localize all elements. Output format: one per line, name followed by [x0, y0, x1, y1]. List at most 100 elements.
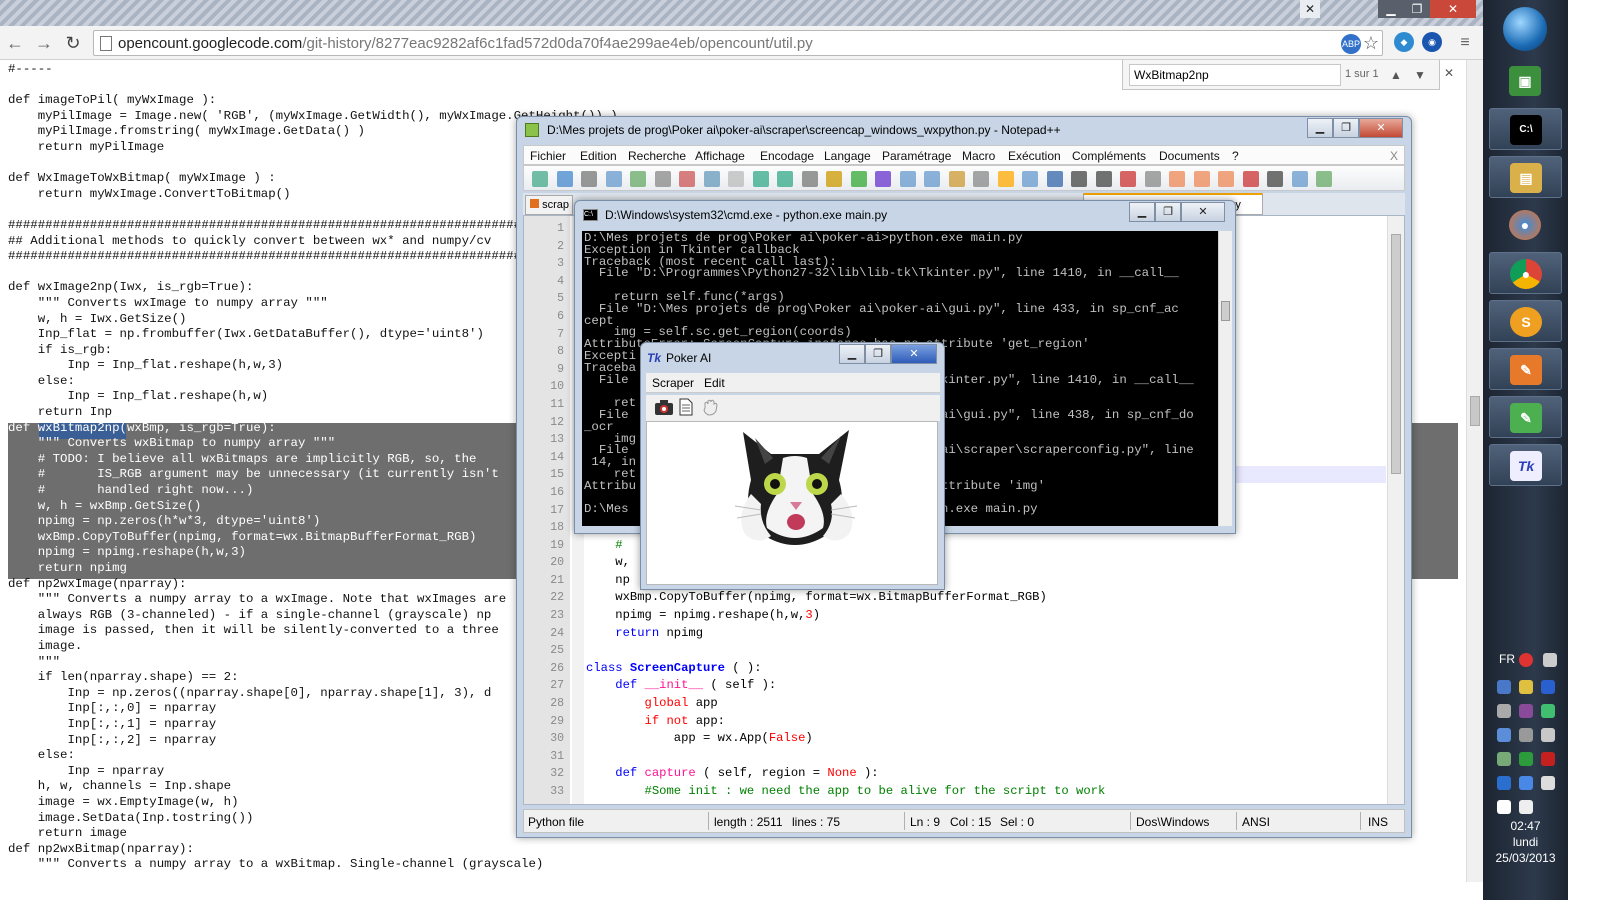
signal-tray-icon[interactable] — [1543, 653, 1557, 667]
toolbar-icon[interactable] — [801, 171, 818, 187]
menu-fichier[interactable]: Fichier — [530, 149, 566, 163]
taskbar-app-tk[interactable]: Tk — [1489, 444, 1562, 486]
extension-globe-icon[interactable]: ◉ — [1422, 32, 1442, 52]
menu-edition[interactable]: Edition — [580, 149, 617, 163]
menu-encodage[interactable]: Encodage — [760, 149, 814, 163]
cmd-scroll-thumb[interactable] — [1221, 301, 1230, 321]
tray-icon-13[interactable] — [1497, 776, 1511, 790]
notepad-close-button[interactable]: ✕ — [1359, 118, 1403, 138]
menu-macro[interactable]: Macro — [962, 149, 995, 163]
bookmark-star-icon[interactable]: ☆ — [1361, 33, 1381, 53]
close-window-button[interactable]: ✕ — [1430, 0, 1476, 18]
menu-documents[interactable]: Documents — [1159, 149, 1220, 163]
toolbar-icon[interactable] — [997, 171, 1014, 187]
tray-icon-3[interactable] — [1541, 680, 1555, 694]
toolbar-icon[interactable] — [1316, 171, 1332, 187]
toolbar-icon[interactable] — [1218, 171, 1234, 187]
notepad-scrollbar[interactable] — [1387, 216, 1404, 804]
toolbar-icon[interactable] — [899, 171, 916, 187]
tray-icon-2[interactable] — [1519, 680, 1533, 694]
taskbar-app-explorer[interactable]: ▤ — [1489, 156, 1562, 198]
cmd-minimize-button[interactable]: ▁ — [1129, 202, 1155, 222]
taskbar-clock[interactable]: 02:47 lundi 25/03/2013 — [1483, 818, 1568, 866]
tray-icon-5[interactable] — [1519, 704, 1533, 718]
cmd-maximize-button[interactable]: ❐ — [1155, 202, 1181, 222]
taskbar-app-skype[interactable]: S — [1489, 300, 1562, 342]
document-icon[interactable] — [679, 398, 693, 416]
start-button[interactable] — [1503, 7, 1547, 51]
language-indicator[interactable]: FR — [1499, 652, 1515, 666]
toolbar-icon[interactable] — [532, 171, 548, 187]
toolbar-icon[interactable] — [630, 171, 646, 187]
notepad-minimize-button[interactable]: ▁ — [1307, 118, 1333, 138]
tray-icon-6[interactable] — [1541, 704, 1555, 718]
toolbar-icon[interactable] — [1071, 171, 1087, 187]
menu-affichage[interactable]: Affichage — [695, 149, 745, 163]
toolbar-icon[interactable] — [605, 171, 622, 187]
menu-help[interactable]: ? — [1232, 149, 1239, 163]
notepad-maximize-button[interactable]: ❐ — [1333, 118, 1359, 138]
menu-scraper[interactable]: Scraper — [652, 376, 694, 390]
poker-ai-window[interactable]: Tk Poker AI ▁ ❐ ✕ Scraper Edit — [640, 342, 945, 590]
toolbar-icon[interactable] — [728, 171, 744, 187]
menu-complements[interactable]: Compléments — [1072, 149, 1146, 163]
menu-icon[interactable]: ≡ — [1454, 32, 1476, 54]
taskbar-app-notepadpp[interactable]: ✎ — [1489, 396, 1562, 438]
flag-tray-icon[interactable] — [1497, 800, 1511, 814]
tk-maximize-button[interactable]: ❐ — [865, 344, 891, 364]
toolbar-icon[interactable] — [1095, 171, 1112, 187]
tray-icon-1[interactable] — [1497, 680, 1511, 694]
menu-langage[interactable]: Langage — [824, 149, 871, 163]
tray-icon-10[interactable] — [1497, 752, 1511, 766]
toolbar-icon[interactable] — [924, 171, 940, 187]
hand-icon[interactable] — [701, 398, 721, 416]
toolbar-icon[interactable] — [850, 171, 867, 187]
toolbar-icon[interactable] — [777, 171, 793, 187]
tray-icon-7[interactable] — [1497, 728, 1511, 742]
toolbar-icon[interactable] — [1046, 171, 1063, 187]
menu-execution[interactable]: Exécution — [1008, 149, 1061, 163]
toolbar-icon[interactable] — [1144, 171, 1161, 187]
adblock-icon[interactable]: ABP — [1341, 34, 1361, 54]
cmd-close-button[interactable]: ✕ — [1181, 202, 1225, 222]
maximize-button[interactable]: ❐ — [1404, 0, 1430, 18]
tray-icon-4[interactable] — [1497, 704, 1511, 718]
tk-minimize-button[interactable]: ▁ — [839, 344, 865, 364]
volume-tray-icon[interactable] — [1541, 776, 1555, 790]
capture-canvas[interactable] — [646, 421, 938, 585]
toolbar-icon[interactable] — [1120, 171, 1136, 187]
tab-close-icon[interactable]: ✕ — [1300, 0, 1320, 18]
toolbar-icon[interactable] — [556, 171, 573, 187]
toolbar-icon[interactable] — [1291, 171, 1308, 187]
toolbar-icon[interactable] — [703, 171, 720, 187]
taskbar-app-chrome[interactable]: ● — [1489, 252, 1562, 294]
reload-button[interactable]: ↻ — [62, 32, 84, 54]
taskbar-app-monitor[interactable]: ▣ — [1489, 60, 1562, 102]
tray-icon-11[interactable] — [1519, 752, 1533, 766]
toolbar-icon[interactable] — [654, 171, 671, 187]
taskbar-app-notes[interactable]: ✎ — [1489, 348, 1562, 390]
taskbar-app-firefox[interactable]: ● — [1489, 204, 1562, 246]
help-tray-icon[interactable] — [1519, 653, 1533, 667]
cmd-scrollbar[interactable] — [1218, 231, 1232, 526]
toolbar-icon[interactable] — [1193, 171, 1210, 187]
camera-icon[interactable] — [654, 399, 674, 417]
extension-icon[interactable]: ◆ — [1394, 32, 1414, 52]
toolbar-icon[interactable] — [973, 171, 989, 187]
toolbar-icon[interactable] — [875, 171, 891, 187]
toolbar-icon[interactable] — [752, 171, 769, 187]
tray-icon-9[interactable] — [1541, 728, 1555, 742]
toolbar-icon[interactable] — [1169, 171, 1185, 187]
menu-parametrage[interactable]: Paramétrage — [882, 149, 951, 163]
toolbar-icon[interactable] — [581, 171, 597, 187]
toolbar-icon[interactable] — [826, 171, 842, 187]
toolbar-icon[interactable] — [948, 171, 965, 187]
tray-icon-8[interactable] — [1519, 728, 1533, 742]
tray-icon-14[interactable] — [1519, 776, 1533, 790]
scrollbar-thumb[interactable] — [1470, 396, 1480, 426]
notepad-scroll-thumb[interactable] — [1391, 234, 1401, 474]
toolbar-icon[interactable] — [1267, 171, 1283, 187]
tk-close-button[interactable]: ✕ — [891, 344, 937, 364]
url-text[interactable]: opencount.googlecode.com/git-history/827… — [118, 35, 813, 52]
network-tray-icon[interactable] — [1519, 800, 1533, 814]
